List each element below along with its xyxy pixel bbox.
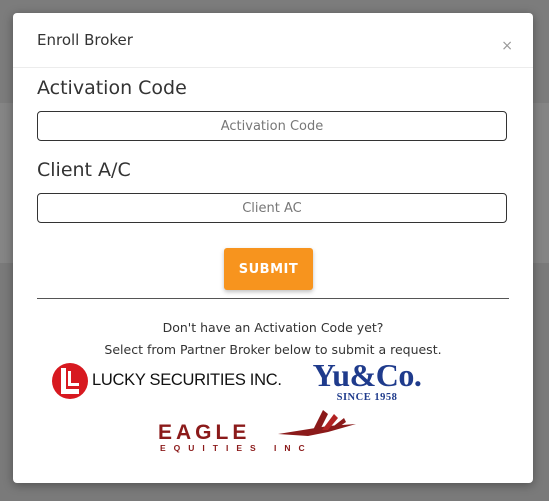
modal-title: Enroll Broker bbox=[37, 31, 133, 49]
client-ac-label: Client A/C bbox=[37, 159, 131, 181]
broker-lucky-securities[interactable]: LUCKY SECURITIES INC. bbox=[52, 361, 282, 401]
activation-code-input[interactable] bbox=[37, 111, 507, 141]
modal-header: Enroll Broker × bbox=[13, 13, 533, 68]
activation-code-label: Activation Code bbox=[37, 77, 187, 99]
broker-eagle-equities[interactable]: EAGLE EQUITIES INC bbox=[158, 408, 363, 456]
divider bbox=[37, 298, 509, 299]
submit-button[interactable]: SUBMIT bbox=[224, 248, 313, 290]
broker-name-eagle: EAGLE bbox=[158, 421, 251, 444]
eagle-wing-icon bbox=[278, 410, 356, 436]
broker-tagline-yuco: SINCE 1958 bbox=[336, 392, 398, 403]
broker-yu-and-co[interactable]: Yu&Co. SINCE 1958 bbox=[282, 357, 452, 410]
lucky-securities-logo-icon bbox=[52, 363, 88, 399]
client-ac-input[interactable] bbox=[37, 193, 507, 223]
info-text-line1: Don't have an Activation Code yet? bbox=[162, 320, 384, 335]
broker-name-yuco: Yu&Co. bbox=[312, 357, 422, 393]
info-text-line2: Select from Partner Broker below to subm… bbox=[104, 342, 442, 357]
broker-tagline-eagle: EQUITIES INC bbox=[160, 443, 313, 453]
broker-name-lucky: LUCKY SECURITIES INC. bbox=[92, 371, 282, 389]
close-icon[interactable]: × bbox=[501, 39, 513, 53]
